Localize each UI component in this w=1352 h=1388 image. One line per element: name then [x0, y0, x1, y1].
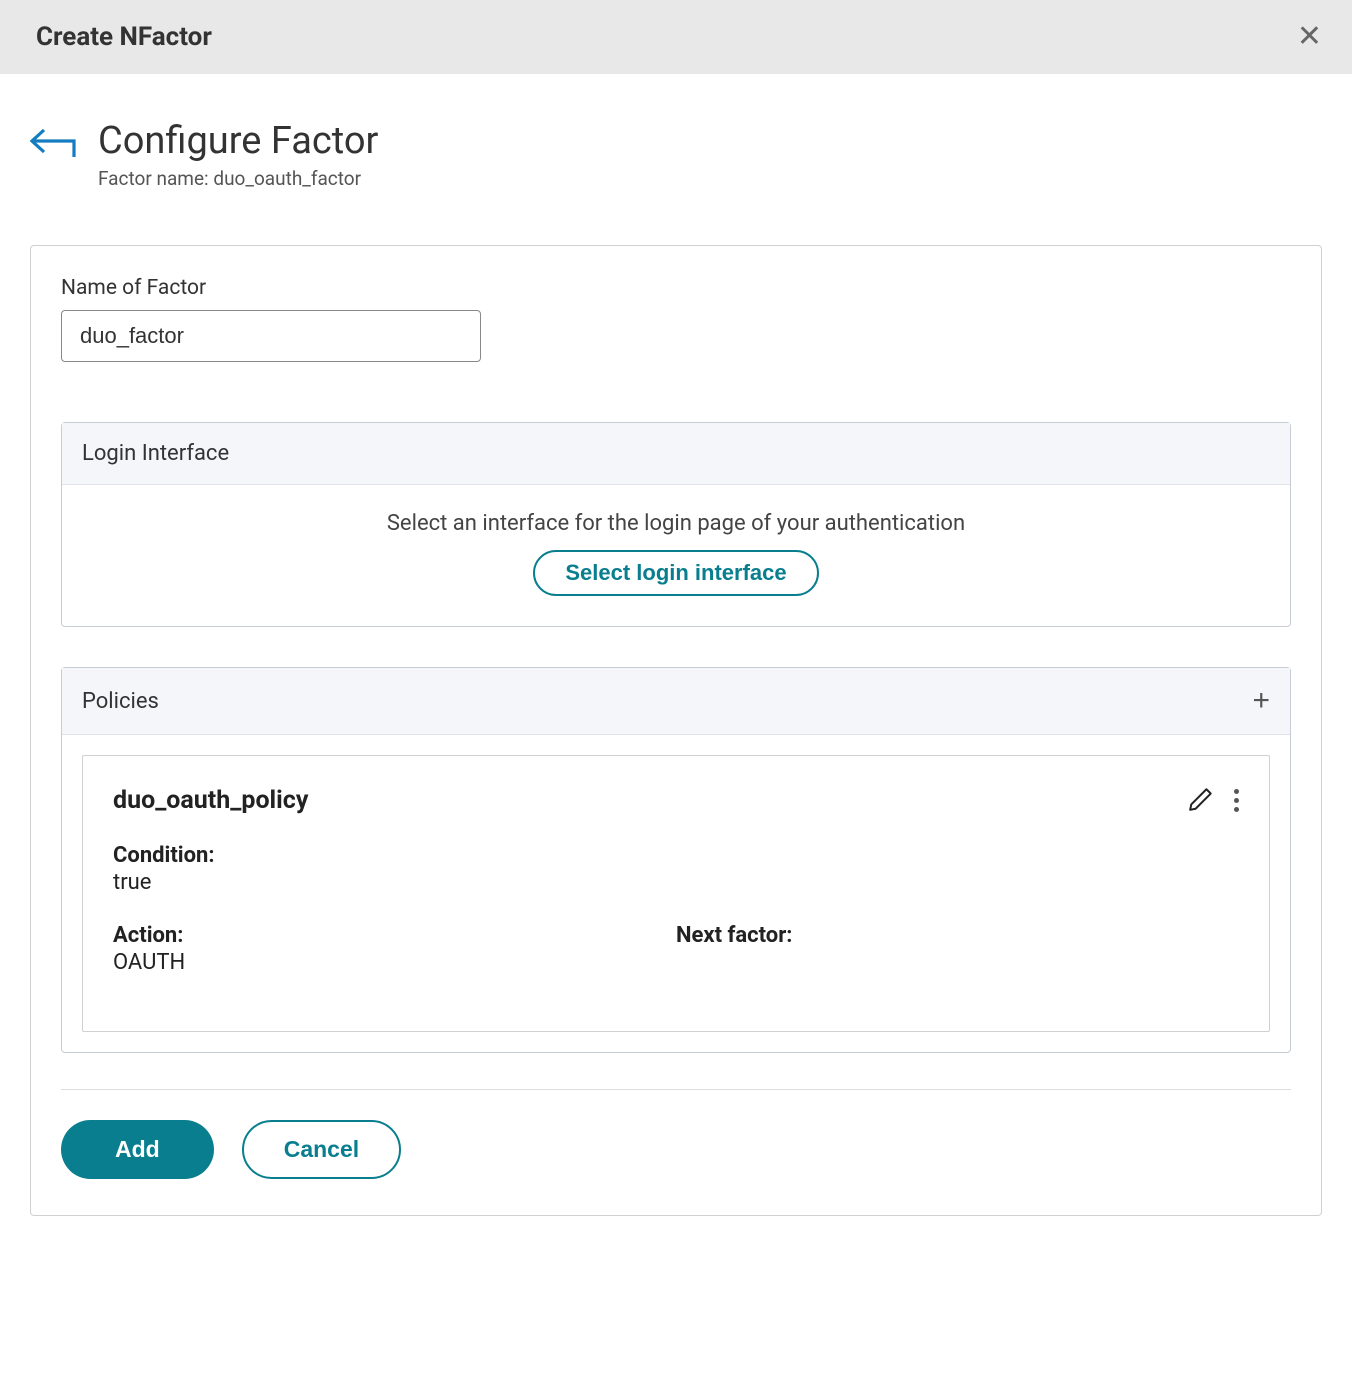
page-title: Configure Factor: [98, 119, 378, 163]
policy-condition-row: Condition: true: [113, 843, 1239, 895]
policy-action-row: Action: OAUTH Next factor:: [113, 923, 1239, 975]
dialog-header: Create NFactor ✕: [0, 0, 1352, 74]
dialog-content: Configure Factor Factor name: duo_oauth_…: [0, 74, 1352, 1246]
policy-card-header: duo_oauth_policy: [113, 786, 1239, 815]
add-button[interactable]: Add: [61, 1120, 214, 1179]
close-button[interactable]: ✕: [1297, 22, 1322, 52]
policy-more-button[interactable]: [1234, 789, 1239, 812]
login-interface-panel: Login Interface Select an interface for …: [61, 422, 1291, 627]
create-nfactor-dialog: Create NFactor ✕ Configure Factor Factor…: [0, 0, 1352, 1388]
close-icon: ✕: [1297, 20, 1322, 53]
name-of-factor-input[interactable]: [61, 310, 481, 362]
policies-panel: Policies + duo_oauth_policy: [61, 667, 1291, 1053]
back-arrow-icon: [30, 127, 80, 159]
login-interface-description: Select an interface for the login page o…: [82, 511, 1270, 536]
footer-actions: Add Cancel: [61, 1120, 1291, 1179]
more-dot-icon: [1234, 789, 1239, 794]
policy-action-value: OAUTH: [113, 950, 676, 975]
page-subtitle: Factor name: duo_oauth_factor: [98, 167, 378, 190]
policies-header-label: Policies: [82, 689, 159, 714]
login-interface-body: Select an interface for the login page o…: [62, 485, 1290, 626]
name-of-factor-label: Name of Factor: [61, 276, 1291, 300]
page-header: Configure Factor Factor name: duo_oauth_…: [30, 119, 1322, 190]
policy-action-label: Action:: [113, 923, 676, 948]
pencil-icon: [1188, 786, 1214, 812]
policy-condition-label: Condition:: [113, 843, 1239, 868]
footer-divider: [61, 1089, 1291, 1090]
cancel-button[interactable]: Cancel: [242, 1120, 401, 1179]
add-policy-button[interactable]: +: [1252, 686, 1270, 716]
policy-next-factor-label: Next factor:: [676, 923, 1239, 948]
select-login-interface-button[interactable]: Select login interface: [533, 550, 818, 596]
more-dot-icon: [1234, 798, 1239, 803]
policy-name: duo_oauth_policy: [113, 786, 308, 815]
more-dot-icon: [1234, 807, 1239, 812]
dialog-title: Create NFactor: [36, 22, 212, 52]
edit-policy-button[interactable]: [1188, 786, 1214, 815]
back-button[interactable]: [30, 127, 80, 159]
policy-card: duo_oauth_policy: [82, 755, 1270, 1032]
login-interface-header: Login Interface: [62, 423, 1290, 485]
policy-actions: [1188, 786, 1239, 815]
plus-icon: +: [1252, 684, 1270, 717]
configure-factor-card: Name of Factor Login Interface Select an…: [30, 245, 1322, 1216]
policies-header: Policies +: [62, 668, 1290, 735]
policy-condition-value: true: [113, 870, 1239, 895]
policies-body: duo_oauth_policy: [62, 735, 1290, 1052]
